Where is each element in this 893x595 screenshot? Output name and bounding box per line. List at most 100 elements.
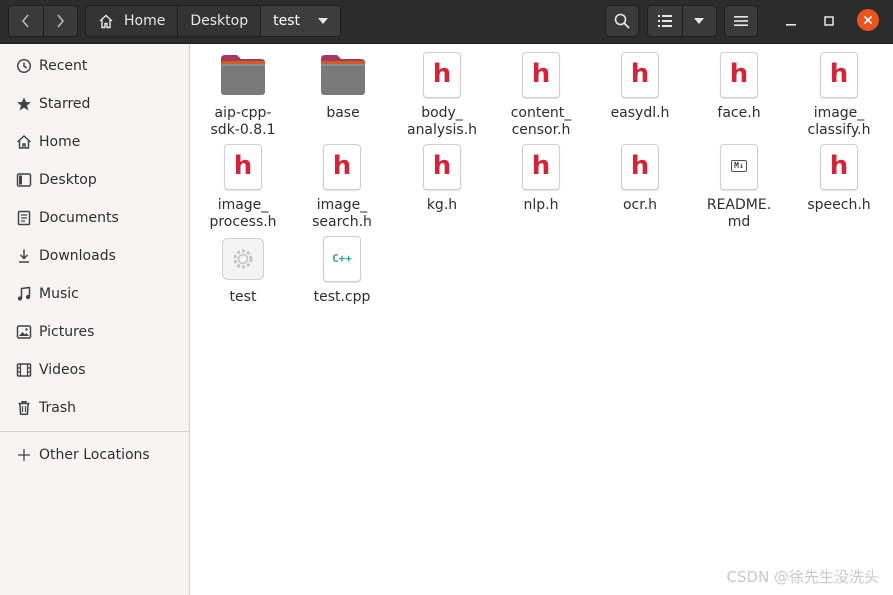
sidebar-item-pictures[interactable]: Pictures xyxy=(0,313,189,351)
header-glyph: h xyxy=(531,59,551,89)
file-name: README. md xyxy=(706,197,772,230)
markdown-file-icon: M↓ xyxy=(720,144,758,190)
list-icon xyxy=(657,15,672,27)
sidebar-item-recent[interactable]: Recent xyxy=(0,47,189,85)
file-item-easydl[interactable]: h easydl.h xyxy=(592,51,688,122)
menu-button[interactable] xyxy=(724,5,758,37)
breadcrumb-home[interactable]: Home xyxy=(86,6,178,36)
folder-icon xyxy=(219,51,267,99)
trash-icon xyxy=(14,400,34,416)
file-item-image-process[interactable]: h image_ process.h xyxy=(195,143,291,231)
header-glyph: h xyxy=(630,59,650,89)
header-file-icon: h xyxy=(621,52,659,98)
music-icon xyxy=(14,286,34,302)
breadcrumb-label: Home xyxy=(124,13,166,29)
file-name: image_ classify.h xyxy=(807,105,871,138)
file-item-speech[interactable]: h speech.h xyxy=(791,143,887,214)
sidebar-item-home[interactable]: Home xyxy=(0,123,189,161)
sidebar-item-desktop[interactable]: Desktop xyxy=(0,161,189,199)
file-grid: aip-cpp- sdk-0.8.1 base h body_ analysis… xyxy=(190,44,893,595)
header-glyph: h xyxy=(829,151,849,181)
file-item-test-cpp[interactable]: C++ test.cpp xyxy=(294,235,390,306)
header-file-icon: h xyxy=(522,52,560,98)
header-glyph: h xyxy=(432,59,452,89)
file-item-readme[interactable]: M↓ README. md xyxy=(691,143,787,231)
file-item-face[interactable]: h face.h xyxy=(691,51,787,122)
home-icon xyxy=(98,14,114,29)
sidebar-item-other-locations[interactable]: Other Locations xyxy=(0,436,189,474)
header-glyph: h xyxy=(432,151,452,181)
header-glyph: h xyxy=(829,59,849,89)
navigation-buttons xyxy=(8,5,78,37)
file-name: body_ analysis.h xyxy=(406,105,477,138)
file-name: aip-cpp- sdk-0.8.1 xyxy=(210,105,276,138)
file-item-test[interactable]: test xyxy=(195,235,291,306)
caret-down-icon xyxy=(317,18,328,24)
clock-icon xyxy=(14,58,34,74)
header-glyph: h xyxy=(729,59,749,89)
close-button[interactable] xyxy=(857,9,879,31)
file-name: face.h xyxy=(717,105,761,121)
sidebar-item-videos[interactable]: Videos xyxy=(0,351,189,389)
file-item-image-search[interactable]: h image_ search.h xyxy=(294,143,390,231)
file-item-kg[interactable]: h kg.h xyxy=(394,143,490,214)
sidebar-item-downloads[interactable]: Downloads xyxy=(0,237,189,275)
file-name: test xyxy=(229,289,257,305)
view-dropdown-button[interactable] xyxy=(681,6,717,36)
cpp-glyph: C++ xyxy=(332,251,352,265)
sidebar: Recent Starred Home Desktop Documents Do… xyxy=(0,44,190,595)
sidebar-item-label: Downloads xyxy=(39,248,116,264)
file-item-nlp[interactable]: h nlp.h xyxy=(493,143,589,214)
file-name: base xyxy=(326,105,360,121)
sidebar-item-starred[interactable]: Starred xyxy=(0,85,189,123)
header-file-icon: h xyxy=(820,144,858,190)
breadcrumb-label: Desktop xyxy=(190,13,249,29)
sidebar-item-label: Recent xyxy=(39,58,88,74)
breadcrumb-desktop[interactable]: Desktop xyxy=(177,6,261,36)
home-icon xyxy=(14,134,34,150)
header-file-icon: h xyxy=(621,144,659,190)
file-item-aip-cpp-sdk[interactable]: aip-cpp- sdk-0.8.1 xyxy=(195,51,291,139)
file-name: easydl.h xyxy=(610,105,670,121)
watermark: CSDN @徐先生没洗头 xyxy=(726,568,879,586)
sidebar-item-label: Videos xyxy=(39,362,86,378)
cpp-file-icon: C++ xyxy=(323,236,361,282)
sidebar-divider xyxy=(0,431,189,432)
maximize-button[interactable] xyxy=(816,8,842,34)
list-view-button[interactable] xyxy=(648,6,682,36)
forward-button[interactable] xyxy=(42,6,78,36)
file-item-base[interactable]: base xyxy=(295,51,391,122)
header-glyph: h xyxy=(531,151,551,181)
header-file-icon: h xyxy=(323,144,361,190)
file-name: ocr.h xyxy=(622,197,658,213)
search-button[interactable] xyxy=(605,5,639,37)
document-icon xyxy=(14,210,34,226)
star-icon xyxy=(14,96,34,112)
file-name: kg.h xyxy=(426,197,458,213)
breadcrumb-label: test xyxy=(273,13,300,29)
sidebar-item-label: Home xyxy=(39,134,81,150)
file-item-image-classify[interactable]: h image_ classify.h xyxy=(791,51,887,139)
file-item-content-censor[interactable]: h content_ censor.h xyxy=(493,51,589,139)
sidebar-item-label: Documents xyxy=(39,210,119,226)
file-name: image_ search.h xyxy=(312,197,372,230)
executable-gear-icon xyxy=(222,238,264,280)
sidebar-item-trash[interactable]: Trash xyxy=(0,389,189,427)
file-name: test.cpp xyxy=(313,289,371,305)
breadcrumb-test[interactable]: test xyxy=(260,6,340,36)
sidebar-item-label: Music xyxy=(39,286,79,302)
sidebar-item-label: Starred xyxy=(39,96,91,112)
sidebar-item-music[interactable]: Music xyxy=(0,275,189,313)
sidebar-item-documents[interactable]: Documents xyxy=(0,199,189,237)
download-icon xyxy=(14,248,34,264)
back-button[interactable] xyxy=(9,6,43,36)
search-icon xyxy=(614,13,630,29)
header-file-icon: h xyxy=(522,144,560,190)
minimize-icon xyxy=(786,24,796,26)
file-name: content_ censor.h xyxy=(510,105,572,138)
desktop-icon xyxy=(14,172,34,188)
file-item-ocr[interactable]: h ocr.h xyxy=(592,143,688,214)
minimize-button[interactable] xyxy=(778,8,804,34)
header-file-icon: h xyxy=(423,52,461,98)
file-item-body-analysis[interactable]: h body_ analysis.h xyxy=(394,51,490,139)
